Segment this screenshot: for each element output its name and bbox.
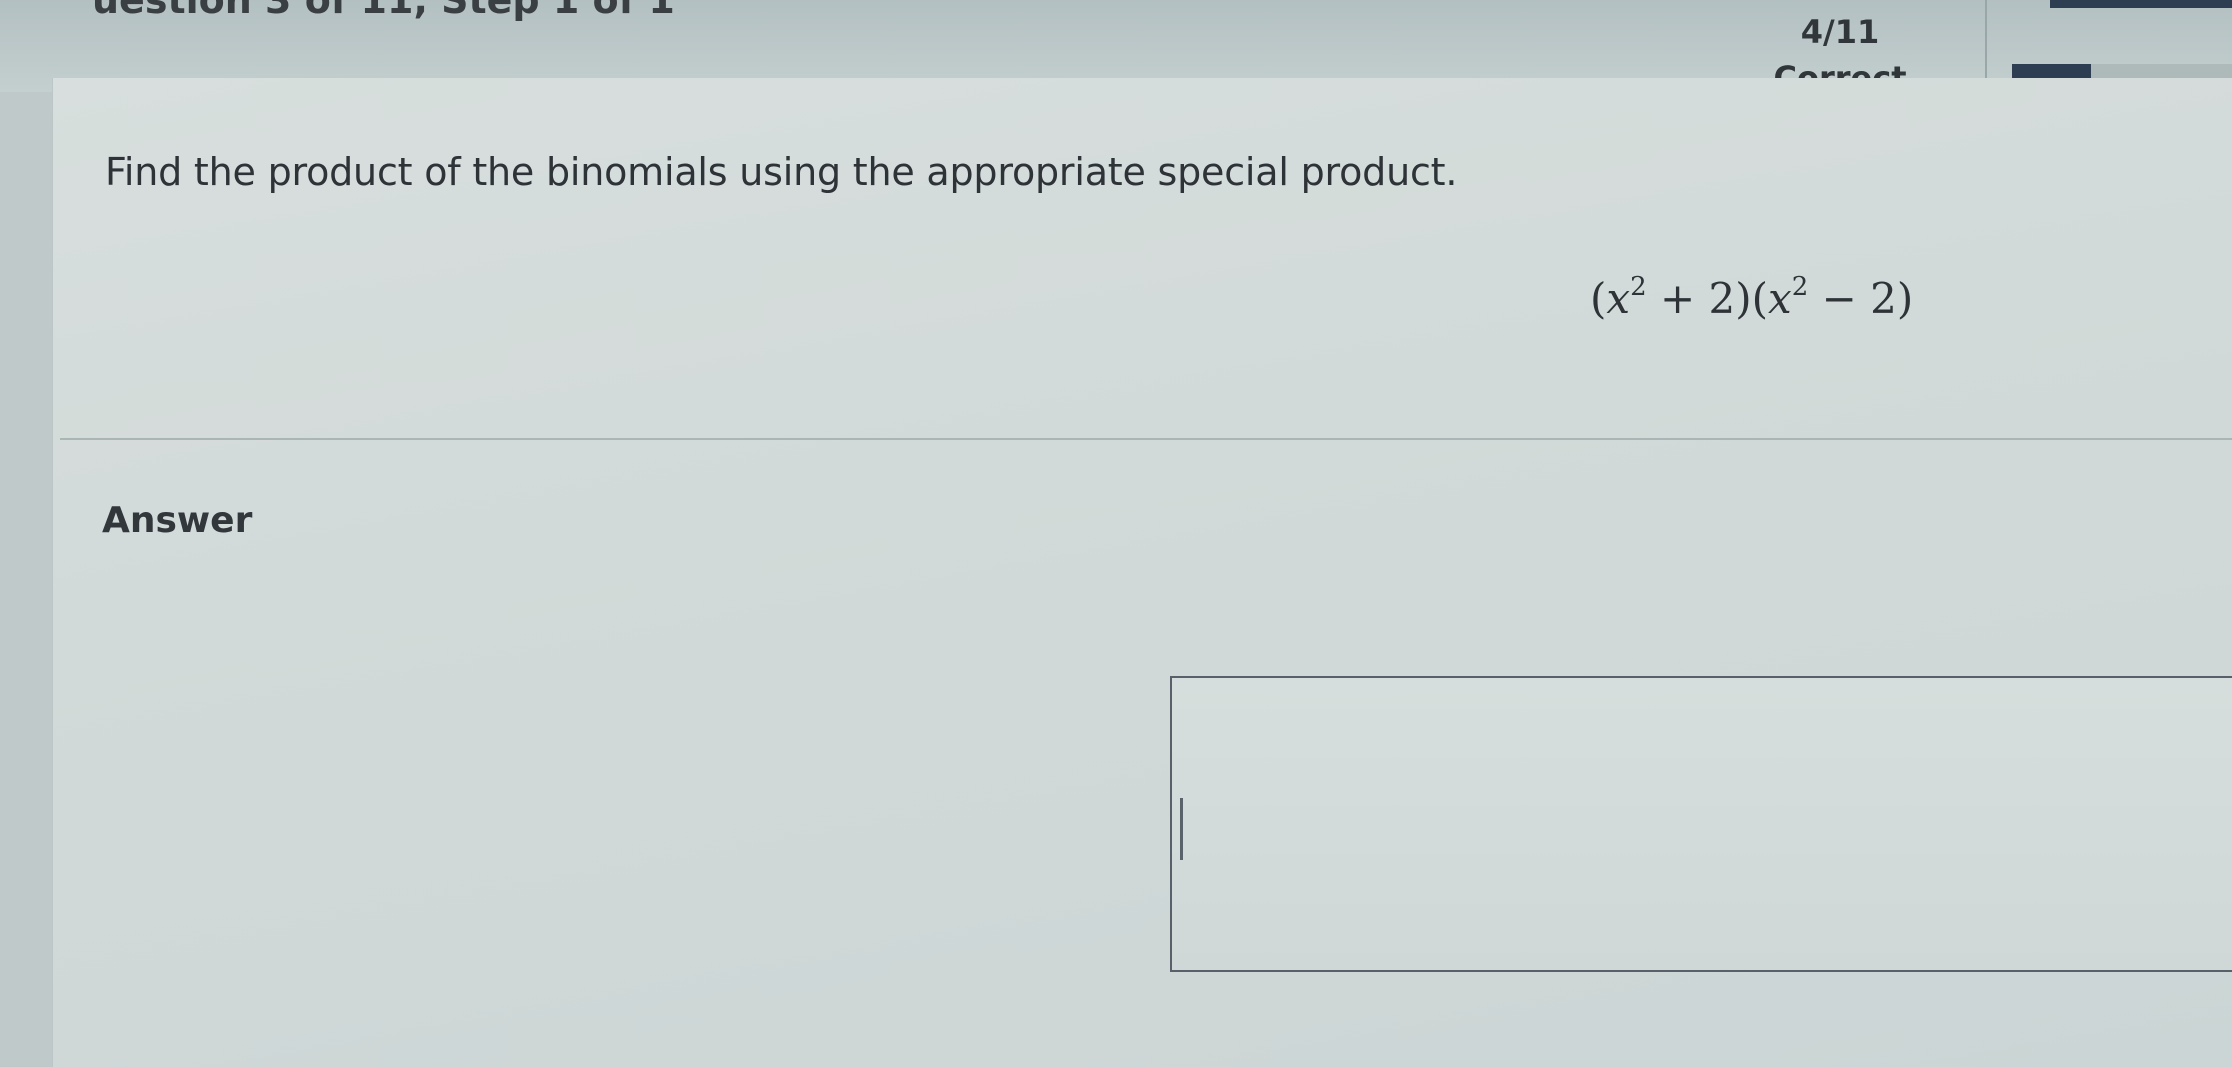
section-divider [60, 438, 2232, 440]
expr-variable: x [1768, 274, 1792, 323]
expr-term: + 2)( [1646, 274, 1769, 323]
progress-count: 4/11 [1800, 13, 1880, 51]
header-accent-line [2050, 0, 2232, 8]
question-step-label: uestion 3 of 11, Step 1 of 1 [92, 0, 675, 22]
question-prompt: Find the product of the binomials using … [105, 150, 1458, 194]
answer-label: Answer [102, 500, 253, 541]
expr-variable: x [1606, 274, 1631, 323]
left-gutter [0, 92, 52, 1067]
expr-exponent: 2 [1630, 272, 1647, 302]
expr-term: − 2) [1808, 274, 1914, 323]
expr-exponent: 2 [1791, 272, 1809, 302]
math-expression: (x2 + 2)(x2 − 2) [1590, 272, 1913, 323]
text-cursor [1180, 798, 1183, 860]
answer-input[interactable] [1170, 676, 2232, 972]
expr-paren: ( [1590, 274, 1607, 323]
